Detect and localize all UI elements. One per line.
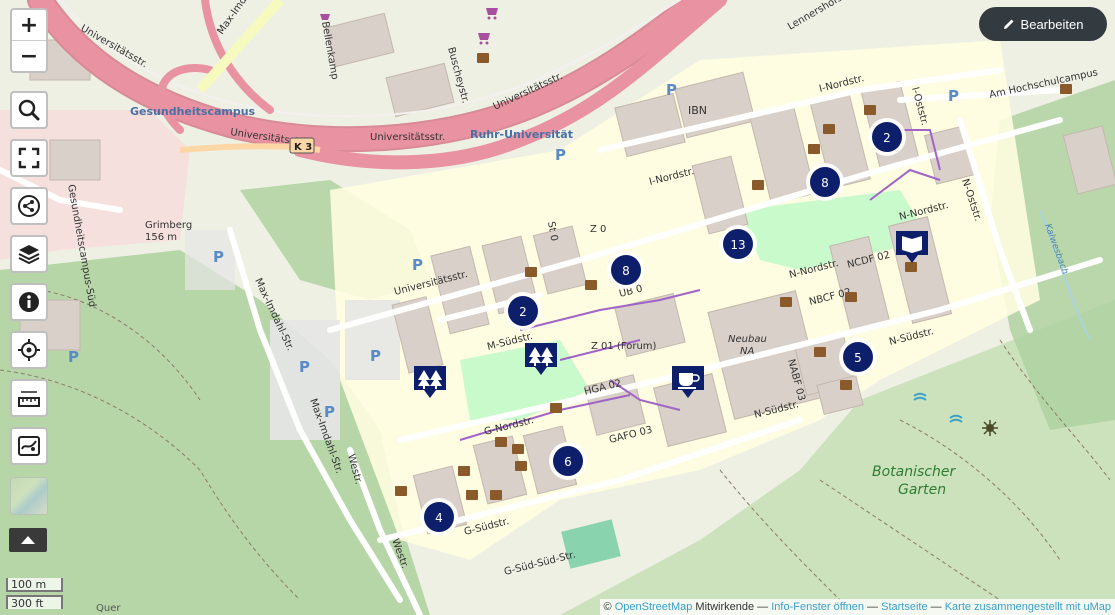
parking-icon: P [324, 403, 335, 421]
book-icon [512, 444, 524, 454]
cluster-count: 6 [564, 455, 572, 469]
book-icon [808, 144, 820, 154]
book-icon [395, 486, 407, 496]
building-label: IBN [688, 104, 707, 117]
book-icon [490, 490, 502, 500]
cluster-marker[interactable]: 8 [806, 163, 844, 201]
parking-icon: P [948, 87, 959, 105]
road-shield-label: K 3 [294, 142, 312, 153]
pencil-icon [1003, 19, 1014, 29]
place-label: Garten [898, 482, 946, 498]
book-icon [495, 437, 507, 447]
measure-button[interactable] [10, 379, 48, 417]
book-icon [780, 297, 792, 307]
building-label: Neubau [728, 334, 767, 345]
book-icon [585, 280, 597, 290]
book-icon [477, 53, 489, 63]
book-icon [814, 347, 826, 357]
book-icon [823, 124, 835, 134]
parking-icon: P [370, 347, 381, 365]
print-map-icon [18, 436, 40, 456]
place-label: Botanischer [872, 464, 956, 480]
edit-button-label: Bearbeiten [1020, 16, 1084, 32]
parking-icon: P [68, 348, 79, 366]
measure-icon [18, 391, 40, 407]
parking-icon: P [213, 248, 224, 266]
umap-link[interactable]: Karte zusammengestellt mit uMap [945, 601, 1111, 613]
osm-link[interactable]: OpenStreetMap [615, 601, 693, 613]
book-icon [466, 490, 478, 500]
edit-button[interactable]: Bearbeiten [979, 7, 1107, 41]
locate-icon [18, 339, 40, 361]
building-label: Z 01 (Forum) [591, 341, 657, 352]
cluster-count: 2 [883, 131, 891, 145]
map-canvas[interactable]: Universitätsstr. Universitätsstr. Univer… [0, 0, 1115, 615]
separator: — [930, 601, 942, 613]
parking-icon: P [412, 256, 423, 274]
cluster-count: 2 [519, 305, 527, 319]
layers-button[interactable] [10, 235, 48, 273]
fullscreen-icon [18, 147, 40, 169]
separator: — [867, 601, 879, 613]
book-icon [1060, 84, 1072, 94]
print-map-button[interactable] [10, 427, 48, 465]
place-label: 156 m [145, 232, 177, 243]
locate-button[interactable] [10, 331, 48, 369]
share-icon [18, 195, 40, 217]
building-label: Z 0 [590, 224, 606, 235]
search-button[interactable] [10, 91, 48, 129]
book-icon [840, 380, 852, 390]
cluster-marker[interactable]: 8 [607, 251, 645, 289]
home-link[interactable]: Startseite [881, 601, 927, 613]
scale-imperial: 300 ft [6, 595, 63, 610]
place-label: Grimberg [145, 220, 192, 231]
info-icon [19, 292, 39, 312]
minimap-toggle[interactable] [10, 477, 48, 515]
info-window-link[interactable]: Info-Fenster öffnen [771, 601, 864, 613]
cluster-count: 8 [821, 176, 829, 190]
book-icon [845, 292, 857, 302]
cluster-marker[interactable]: 4 [420, 498, 458, 536]
place-label: Quer [96, 603, 121, 614]
collapse-toolbar-button[interactable] [9, 528, 47, 552]
parking-icon: P [299, 358, 310, 376]
layers-icon [18, 245, 40, 265]
caret-up-icon [21, 536, 35, 544]
zoom-in-button[interactable]: + [12, 10, 46, 40]
separator: — [757, 601, 769, 613]
fullscreen-button[interactable] [10, 139, 48, 177]
cluster-count: 4 [435, 511, 443, 525]
search-icon [18, 99, 40, 121]
cluster-count: 8 [622, 264, 630, 278]
cluster-marker[interactable]: 6 [549, 442, 587, 480]
cluster-marker[interactable]: 2 [504, 292, 542, 330]
place-label: Ruhr-Universität [470, 128, 573, 141]
cluster-marker[interactable]: 5 [839, 338, 877, 376]
book-icon [525, 267, 537, 277]
book-icon [550, 403, 562, 413]
zoom-control: + − [10, 8, 48, 73]
street-label: Universitätsstr. [370, 132, 445, 143]
building-label: NA [740, 346, 754, 357]
cluster-count: 13 [730, 238, 745, 252]
book-icon [458, 466, 470, 476]
info-button[interactable] [10, 283, 48, 321]
cluster-count: 5 [854, 351, 862, 365]
zoom-out-button[interactable]: − [12, 40, 46, 71]
book-icon [905, 262, 917, 272]
copyright-symbol: © [603, 601, 612, 613]
place-label: Gesundheitscampus [130, 105, 256, 118]
cluster-marker[interactable]: 2 [868, 118, 906, 156]
garden-icon [982, 420, 998, 436]
book-icon [864, 105, 876, 115]
book-icon [752, 180, 764, 190]
contributors-text: Mitwirkende [695, 601, 755, 613]
cluster-marker[interactable]: 13 [719, 225, 757, 263]
book-icon [515, 461, 527, 471]
share-button[interactable] [10, 187, 48, 225]
parking-icon: P [666, 81, 677, 99]
attribution-bar: © OpenStreetMap Mitwirkende — Info-Fenst… [599, 599, 1115, 615]
scale-metric: 100 m [6, 578, 63, 592]
parking-icon: P [555, 146, 566, 164]
